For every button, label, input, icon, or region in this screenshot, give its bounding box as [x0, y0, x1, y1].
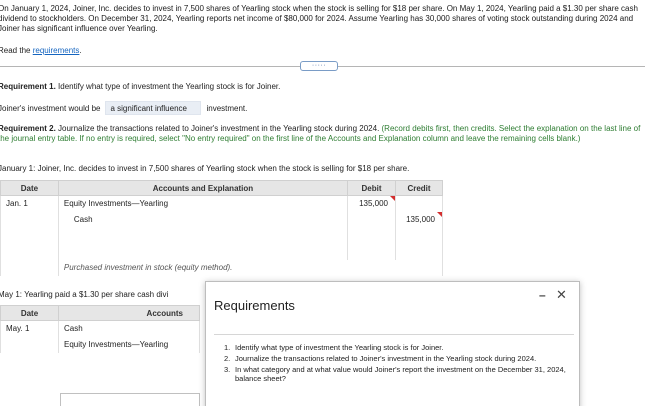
debit-input[interactable]: 135,000 [351, 197, 388, 211]
requirements-link[interactable]: requirements [33, 46, 80, 55]
header-accounts: Accounts and Explanation [57, 180, 349, 196]
requirement-2-heading: Requirement 2. Journalize the transactio… [0, 124, 643, 144]
answer-prefix: Joiner's investment would be [0, 103, 101, 113]
debit-input[interactable] [351, 245, 388, 259]
account-select[interactable] [62, 229, 344, 243]
item-text: Identify what type of investment the Yea… [235, 343, 444, 352]
requirement-1-label: Requirement 1. [0, 82, 56, 91]
account-select[interactable]: Cash [62, 322, 196, 336]
credit-input[interactable] [399, 229, 435, 243]
header-credit: Credit [395, 180, 443, 196]
requirement-1-answer-line: Joiner's investment would be a significa… [0, 101, 247, 115]
may-transaction-line: May 1: Yearling paid a $1.30 per share c… [0, 290, 169, 299]
error-indicator-icon [390, 196, 395, 201]
january-journal-table: Date Accounts and Explanation Debit Cred… [0, 180, 444, 276]
explanation-select[interactable]: Purchased investment in stock (equity me… [62, 261, 439, 275]
header-date: Date [0, 180, 59, 196]
date-select[interactable] [4, 229, 55, 243]
answer-suffix: investment. [206, 103, 248, 113]
january-transaction-line: January 1: Joiner, Inc. decides to inves… [0, 164, 410, 173]
problem-statement: On January 1, 2024, Joiner, Inc. decides… [0, 4, 638, 33]
minimize-icon[interactable]: – [539, 288, 546, 302]
requirement-2-text: Journalize the transactions related to J… [55, 124, 380, 133]
item-text: In what category and at what value would… [235, 365, 566, 383]
credit-input[interactable]: 135,000 [399, 213, 435, 227]
table-row: Cash 135,000 [0, 212, 443, 228]
error-indicator-icon [437, 212, 442, 217]
close-icon[interactable]: ✕ [556, 287, 567, 303]
table-row: Equity Investments—Yearling [0, 337, 200, 353]
expand-more-button[interactable]: ····· [300, 61, 338, 71]
debit-input[interactable] [351, 213, 388, 227]
date-select[interactable]: Jan. 1 [4, 197, 55, 211]
credit-input[interactable] [399, 245, 435, 259]
list-item: 1. Identify what type of investment the … [224, 343, 568, 352]
header-date: Date [0, 305, 59, 321]
requirement-1-text: Identify what type of investment the Yea… [55, 82, 281, 91]
requirement-2-label: Requirement 2. [0, 124, 56, 133]
header-debit: Debit [347, 180, 396, 196]
date-select[interactable]: May. 1 [4, 322, 55, 336]
debit-input[interactable] [351, 229, 388, 243]
dialog-title: Requirements [214, 298, 295, 313]
account-select[interactable]: Equity Investments—Yearling [62, 338, 196, 352]
account-select[interactable]: Cash [62, 213, 344, 227]
item-number: 1. [224, 343, 231, 352]
next-row-input[interactable] [60, 393, 200, 406]
table-row: Jan. 1 Equity Investments—Yearling 135,0… [0, 195, 443, 212]
date-select[interactable] [4, 245, 55, 259]
table-row [0, 228, 443, 244]
item-number: 3. [224, 365, 231, 374]
read-prefix: Read the [0, 46, 33, 55]
item-number: 2. [224, 354, 231, 363]
date-select[interactable] [4, 213, 55, 227]
requirements-dialog: Requirements – ✕ 1. Identify what type o… [205, 281, 580, 406]
account-select[interactable] [62, 245, 344, 259]
requirements-list: 1. Identify what type of investment the … [214, 334, 574, 406]
list-item: 3. In what category and at what value wo… [224, 365, 568, 383]
requirement-1-heading: Requirement 1. Identify what type of inv… [0, 82, 280, 91]
item-text: Journalize the transactions related to J… [235, 354, 537, 363]
header-accounts: Accounts [58, 305, 200, 321]
account-select[interactable]: Equity Investments—Yearling [62, 197, 344, 211]
list-item: 2. Journalize the transactions related t… [224, 354, 568, 363]
investment-type-dropdown[interactable]: a significant influence [105, 101, 202, 115]
table-row [0, 244, 443, 260]
credit-input[interactable] [399, 197, 435, 211]
date-select[interactable] [4, 338, 55, 352]
read-requirements-line: Read the requirements. [0, 46, 82, 55]
table-row: May. 1 Cash [0, 320, 200, 337]
may-journal-table: Date Accounts May. 1 Cash Equity Investm… [0, 305, 200, 353]
read-suffix: . [79, 46, 82, 55]
table-row: Purchased investment in stock (equity me… [0, 260, 444, 276]
